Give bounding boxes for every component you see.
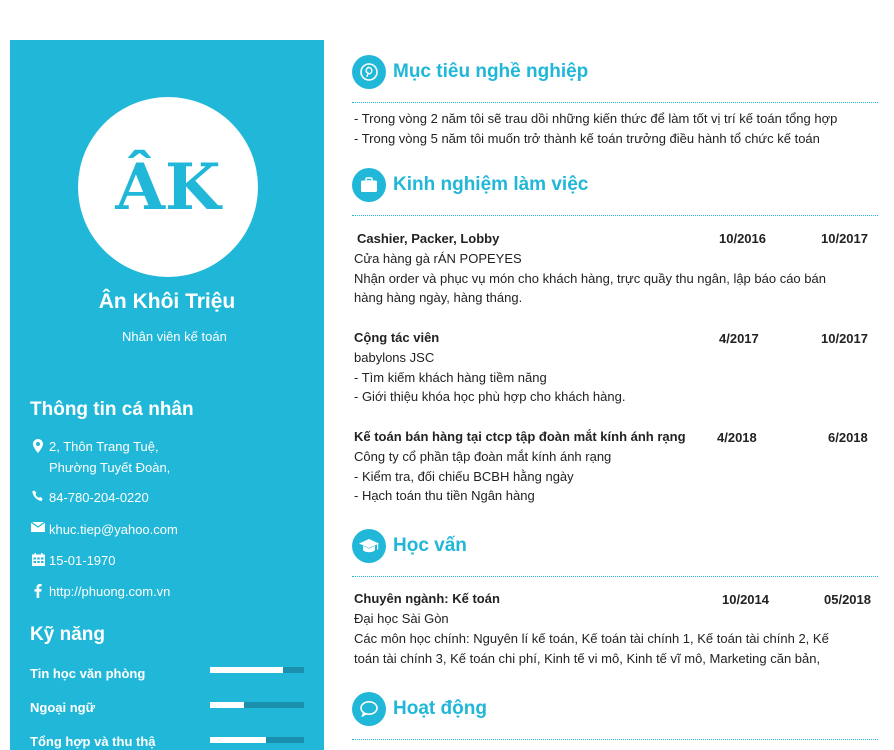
education-end-date: 05/2018 <box>824 592 871 607</box>
job-company: Công ty cổ phần tập đoàn mắt kính ánh rạ… <box>354 449 612 464</box>
skill-label-language: Ngoại ngữ <box>30 700 96 715</box>
skill-bar-synthesis <box>210 737 304 743</box>
address-line1: 2, Thôn Trang Tuệ, <box>49 439 159 454</box>
job-desc-line2: hàng hàng ngày, hàng tháng. <box>354 290 523 305</box>
education-desc-line1: Các môn học chính: Nguyên lí kế toán, Kế… <box>354 631 829 646</box>
skill-bar-fill <box>210 737 267 743</box>
website-row: http://phuong.com.vn <box>28 584 170 599</box>
skill-bar-office <box>210 667 304 673</box>
pinterest-icon <box>352 55 386 89</box>
education-heading: Học vấn <box>393 535 467 556</box>
objective-line2: - Trong vòng 5 năm tôi muốn trở thành kế… <box>354 131 820 146</box>
section-divider <box>352 576 878 577</box>
email-link[interactable]: khuc.tiep@yahoo.com <box>49 522 178 537</box>
education-school: Đại học Sài Gòn <box>354 611 449 626</box>
education-desc-line2: toán tài chính 3, Kế toán chi phí, Kinh … <box>354 651 821 666</box>
phone-text[interactable]: 84-780-204-0220 <box>49 490 149 505</box>
job-end-date: 10/2017 <box>821 231 868 246</box>
email-row: khuc.tiep@yahoo.com <box>28 522 178 537</box>
job-position: Cộng tác viên <box>354 330 440 345</box>
chat-bubble-icon <box>352 692 386 726</box>
profile-name: Ân Khôi Triệu <box>98 290 236 313</box>
education-start-date: 10/2014 <box>722 592 769 607</box>
address-line2: Phường Tuyết Đoàn, <box>49 460 171 475</box>
skill-bar-fill <box>210 702 244 708</box>
job-start-date: 10/2016 <box>719 231 766 246</box>
phone-row: 84-780-204-0220 <box>28 490 149 505</box>
address-row: 2, Thôn Trang Tuệ, Phường Tuyết Đoàn, <box>28 439 170 478</box>
profile-title: Nhân viên kế toán <box>122 329 227 344</box>
activities-section-header: Hoạt động <box>352 692 487 726</box>
objective-section-header: Mục tiêu nghề nghiệp <box>352 55 588 89</box>
job-company: babylons JSC <box>354 350 435 365</box>
section-divider <box>352 102 878 103</box>
job-desc-line1: - Kiểm tra, đối chiếu BCBH hằng ngày <box>354 469 574 484</box>
experience-heading: Kinh nghiệm làm việc <box>393 174 589 195</box>
website-link[interactable]: http://phuong.com.vn <box>49 584 170 599</box>
section-divider <box>352 215 878 216</box>
job-company: Cửa hàng gà rÁN POPEYES <box>354 251 522 266</box>
birthday-row: 15-01-1970 <box>28 553 116 568</box>
section-divider <box>352 739 878 740</box>
skill-label-office: Tin học văn phòng <box>30 666 146 681</box>
objective-heading: Mục tiêu nghề nghiệp <box>393 61 589 82</box>
facebook-icon <box>28 584 48 598</box>
personal-info-heading: Thông tin cá nhân <box>30 399 194 420</box>
graduation-cap-icon <box>352 529 386 563</box>
job-start-date: 4/2017 <box>719 331 759 346</box>
education-major: Chuyên ngành: Kế toán <box>354 591 500 606</box>
job-desc-line2: - Hạch toán thu tiền Ngân hàng <box>354 488 535 503</box>
sidebar: ÂK Ân Khôi Triệu Nhân viên kế toán Thông… <box>10 40 324 750</box>
job-end-date: 6/2018 <box>828 430 868 445</box>
skill-bar-language <box>210 702 304 708</box>
briefcase-icon <box>352 168 386 202</box>
job-position: Cashier, Packer, Lobby <box>357 231 500 246</box>
job-position: Kế toán bán hàng tại ctcp tập đoàn mắt k… <box>354 429 686 444</box>
job-desc-line2: - Giới thiệu khóa học phù hợp cho khách … <box>354 389 626 404</box>
skills-heading: Kỹ năng <box>30 624 105 645</box>
envelope-icon <box>28 522 48 532</box>
avatar-initials: ÂK <box>115 149 221 225</box>
skill-bar-fill <box>210 667 284 673</box>
calendar-icon <box>28 553 48 566</box>
activities-heading: Hoạt động <box>393 698 487 719</box>
skill-label-synthesis: Tổng hợp và thu thậ <box>30 734 156 749</box>
experience-section-header: Kinh nghiệm làm việc <box>352 168 588 202</box>
job-start-date: 4/2018 <box>717 430 757 445</box>
job-end-date: 10/2017 <box>821 331 868 346</box>
phone-icon <box>28 490 48 502</box>
objective-line1: - Trong vòng 2 năm tôi sẽ trau dồi những… <box>354 111 838 126</box>
map-marker-icon <box>28 439 48 453</box>
education-section-header: Học vấn <box>352 529 467 563</box>
birthday-text: 15-01-1970 <box>49 553 116 568</box>
job-desc-line1: - Tìm kiếm khách hàng tiềm năng <box>354 370 547 385</box>
avatar: ÂK <box>78 97 258 277</box>
job-desc-line1: Nhận order và phục vụ món cho khách hàng… <box>354 271 826 286</box>
